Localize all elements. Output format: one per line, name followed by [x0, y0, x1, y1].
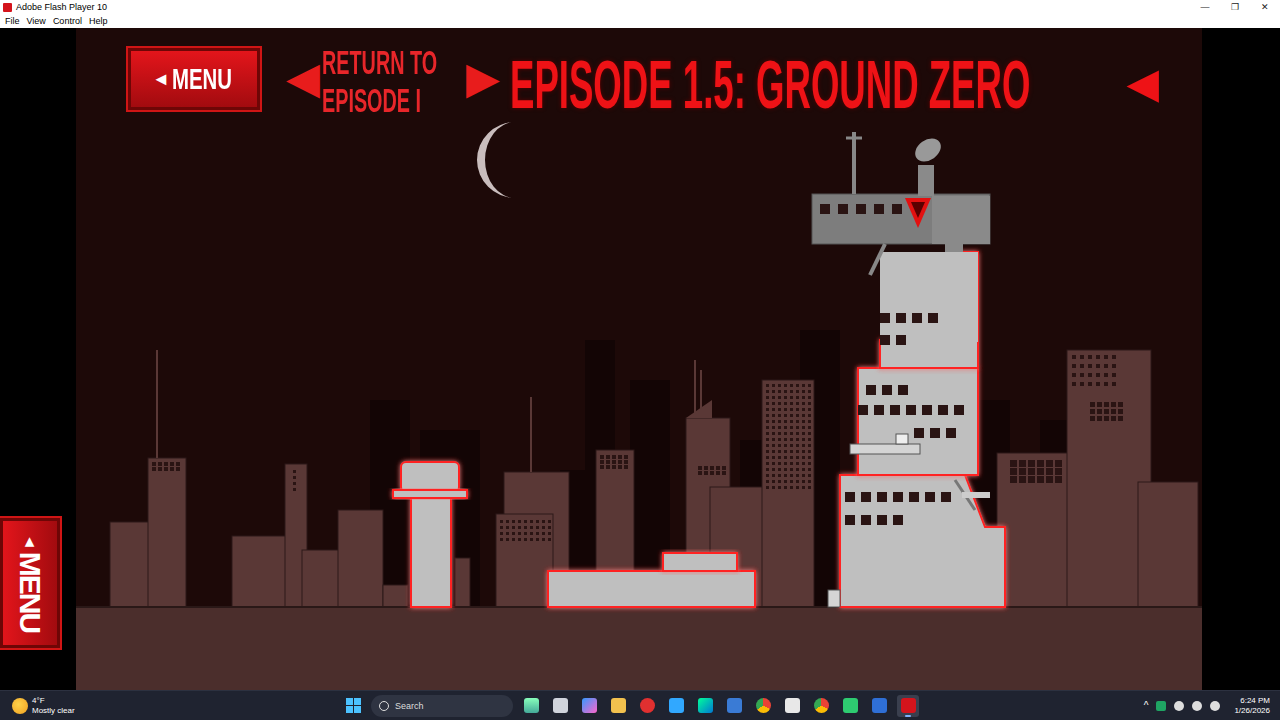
side-menu-button[interactable]: ◄ MENU: [0, 518, 60, 648]
ps-icon: [669, 698, 684, 713]
weather-icon: [12, 698, 28, 714]
weather-condition: Mostly clear: [32, 706, 75, 716]
copilot-icon: [582, 698, 597, 713]
wifi-icon[interactable]: [1174, 701, 1184, 711]
notepad-icon: [785, 698, 800, 713]
game-stage[interactable]: ◄MENU◀RETURN TOEPISODE I▶EPISODE 1.5: GR…: [0, 28, 1280, 690]
window-title: Adobe Flash Player 10: [16, 1, 107, 13]
explorer-icon: [611, 698, 626, 713]
edge-icon: [698, 698, 713, 713]
taskbar: 4°FMostly clear Search ^ 6:24 PM1/26/2026: [0, 690, 1280, 720]
window-controls: —❐✕: [1190, 0, 1280, 14]
weather-text: 4°FMostly clear: [32, 696, 75, 716]
taskbar-apps: Search: [342, 695, 919, 717]
record-icon: [640, 698, 655, 713]
taskbar-app[interactable]: [549, 695, 571, 717]
speaker-icon[interactable]: [1192, 701, 1202, 711]
chrome-icon: [756, 698, 771, 713]
back-arrow-icon: ◄: [152, 70, 170, 88]
store-icon: [727, 698, 742, 713]
flash-icon: [901, 698, 916, 713]
taskbar-app[interactable]: [839, 695, 861, 717]
widgets-icon: [524, 698, 539, 713]
menu-item[interactable]: Control: [53, 15, 82, 27]
search-placeholder: Search: [395, 701, 424, 711]
weather-widget[interactable]: 4°FMostly clear: [0, 696, 342, 716]
menu-label: MENU: [15, 552, 45, 632]
side-menu-content: ◄ MENU: [15, 534, 45, 632]
menu-bar: File View Control Help: [0, 14, 1280, 28]
windows-logo-icon: [346, 698, 361, 713]
return-left-arrow[interactable]: ◀: [286, 56, 320, 100]
restore-button[interactable]: ❐: [1220, 0, 1250, 14]
start-button[interactable]: [342, 695, 364, 717]
taskbar-app[interactable]: [752, 695, 774, 717]
taskbar-app[interactable]: [810, 695, 832, 717]
close-button[interactable]: ✕: [1250, 0, 1280, 14]
taskbar-app[interactable]: [897, 695, 919, 717]
back-arrow-icon: ◄: [22, 534, 38, 550]
title-bar: Adobe Flash Player 10 —❐✕: [0, 0, 1280, 14]
pt-icon: [843, 698, 858, 713]
taskbar-app[interactable]: [781, 695, 803, 717]
clock-time: 6:24 PM: [1240, 696, 1270, 706]
taskbar-app[interactable]: [607, 695, 629, 717]
menu-label: MENU: [172, 64, 216, 94]
taskbar-app[interactable]: [868, 695, 890, 717]
episode-title-text: EPISODE 1.5: GROUND ZERO: [510, 50, 1030, 118]
taskbar-app[interactable]: [520, 695, 542, 717]
return-text: RETURN TO: [322, 44, 437, 82]
chrome2-icon: [814, 698, 829, 713]
temperature: 4°F: [32, 696, 75, 706]
system-tray: ^ 6:24 PM1/26/2026: [1144, 696, 1280, 716]
taskbar-app[interactable]: [636, 695, 658, 717]
return-right-arrow[interactable]: ▶: [466, 56, 500, 100]
flash-icon: [3, 3, 12, 12]
search-icon: [379, 701, 389, 711]
battery-icon[interactable]: [1210, 701, 1220, 711]
clock-date: 1/26/2026: [1234, 706, 1270, 716]
menu-item[interactable]: View: [27, 15, 46, 27]
taskbar-app[interactable]: [723, 695, 745, 717]
search-box[interactable]: Search: [371, 695, 513, 717]
minimize-button[interactable]: —: [1190, 0, 1220, 14]
taskview-icon: [553, 698, 568, 713]
taskbar-app[interactable]: [694, 695, 716, 717]
taskbar-app[interactable]: [665, 695, 687, 717]
menu-button[interactable]: ◄MENU: [128, 48, 260, 110]
city-scene: [0, 28, 1280, 690]
episode-arrow[interactable]: ◄: [1116, 56, 1169, 110]
show-hidden-icons-button[interactable]: ^: [1144, 700, 1149, 711]
app-tray-icon[interactable]: [1156, 701, 1166, 711]
menu-item[interactable]: File: [5, 15, 20, 27]
return-text: EPISODE I: [322, 82, 437, 120]
defender-icon: [872, 698, 887, 713]
clock[interactable]: 6:24 PM1/26/2026: [1234, 696, 1270, 716]
menu-item[interactable]: Help: [89, 15, 108, 27]
active-indicator: [905, 715, 911, 717]
taskbar-app[interactable]: [578, 695, 600, 717]
